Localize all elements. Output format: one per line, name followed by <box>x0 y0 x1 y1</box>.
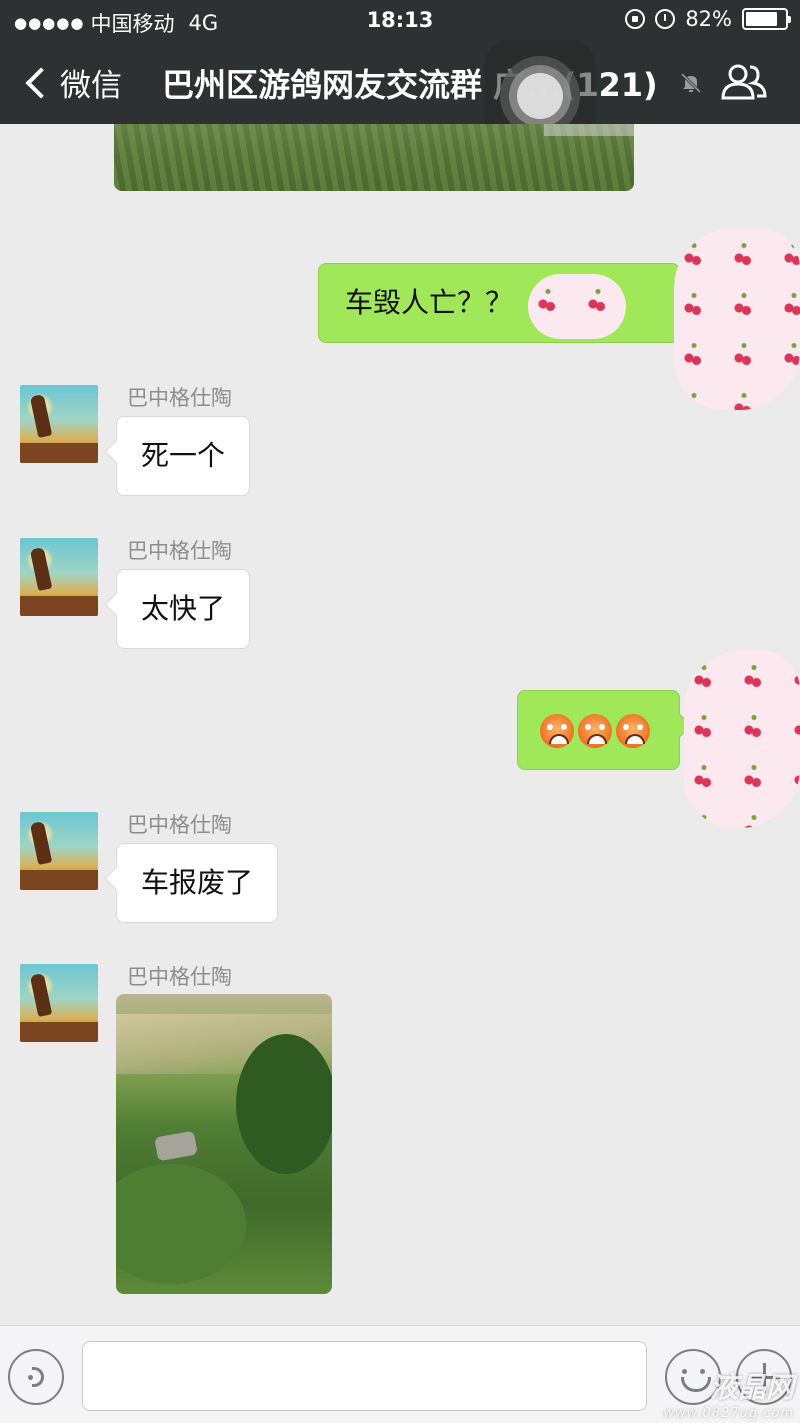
chat-header: 微信 巴州区游鸽网友交流群 广...(121) <box>0 40 800 152</box>
avatar[interactable] <box>20 964 98 1042</box>
message-text: 车毁人亡？？ <box>345 286 514 319</box>
sender-name: 巴中格仕陶 <box>127 813 232 837</box>
status-right: 82% <box>625 7 791 31</box>
message-text: 死一个 <box>141 439 226 472</box>
chevron-left-icon <box>25 66 57 99</box>
censor-sticker <box>528 274 626 339</box>
message-text: 车报废了 <box>141 866 254 899</box>
group-members-icon[interactable] <box>720 62 768 102</box>
back-button[interactable]: 微信 <box>22 60 122 105</box>
incoming-text-bubble[interactable]: 太快了 <box>116 569 251 649</box>
battery-icon <box>742 8 791 30</box>
incoming-text-bubble[interactable]: 死一个 <box>116 416 251 496</box>
avatar-censor-sticker <box>674 228 800 410</box>
image-message-partial[interactable] <box>114 124 634 191</box>
avatar[interactable] <box>20 385 98 463</box>
watermark: 液晶网 www.0827ug.com <box>663 1366 794 1421</box>
angry-face-icon <box>578 714 612 748</box>
alarm-icon <box>655 9 676 29</box>
message-input[interactable] <box>82 1341 647 1411</box>
input-bar: 液晶网 www.0827ug.com <box>0 1325 800 1423</box>
status-bar: ●●●●● 中国移动 4G 18:13 82% <box>0 0 800 40</box>
bell-slash-icon <box>680 72 702 94</box>
back-label: 微信 <box>60 68 122 104</box>
sender-name: 巴中格仕陶 <box>127 386 232 410</box>
avatar[interactable] <box>20 812 98 890</box>
battery-percent: 82% <box>685 7 732 31</box>
avatar[interactable] <box>20 538 98 616</box>
message-text: 太快了 <box>141 592 226 625</box>
outgoing-emoji-bubble[interactable] <box>517 690 680 770</box>
watermark-main: 液晶网 <box>709 1371 794 1404</box>
image-message[interactable] <box>116 994 332 1294</box>
message-list[interactable]: 车毁人亡？？ 。 巴中格仕陶 死一个 巴中格仕陶 太快了 巴中格仕陶 车报废了 … <box>0 124 800 1324</box>
watermark-sub: www.0827ug.com <box>663 1406 794 1421</box>
rotation-lock-icon <box>625 9 646 29</box>
sender-name: 巴中格仕陶 <box>127 965 232 989</box>
sender-name: 巴中格仕陶 <box>127 539 232 563</box>
angry-face-icon <box>616 714 650 748</box>
avatar-censor-sticker <box>684 650 800 828</box>
voice-icon[interactable] <box>8 1349 64 1405</box>
incoming-text-bubble[interactable]: 车报废了 <box>116 843 279 923</box>
angry-face-icon <box>540 714 574 748</box>
battery-level <box>746 12 778 26</box>
